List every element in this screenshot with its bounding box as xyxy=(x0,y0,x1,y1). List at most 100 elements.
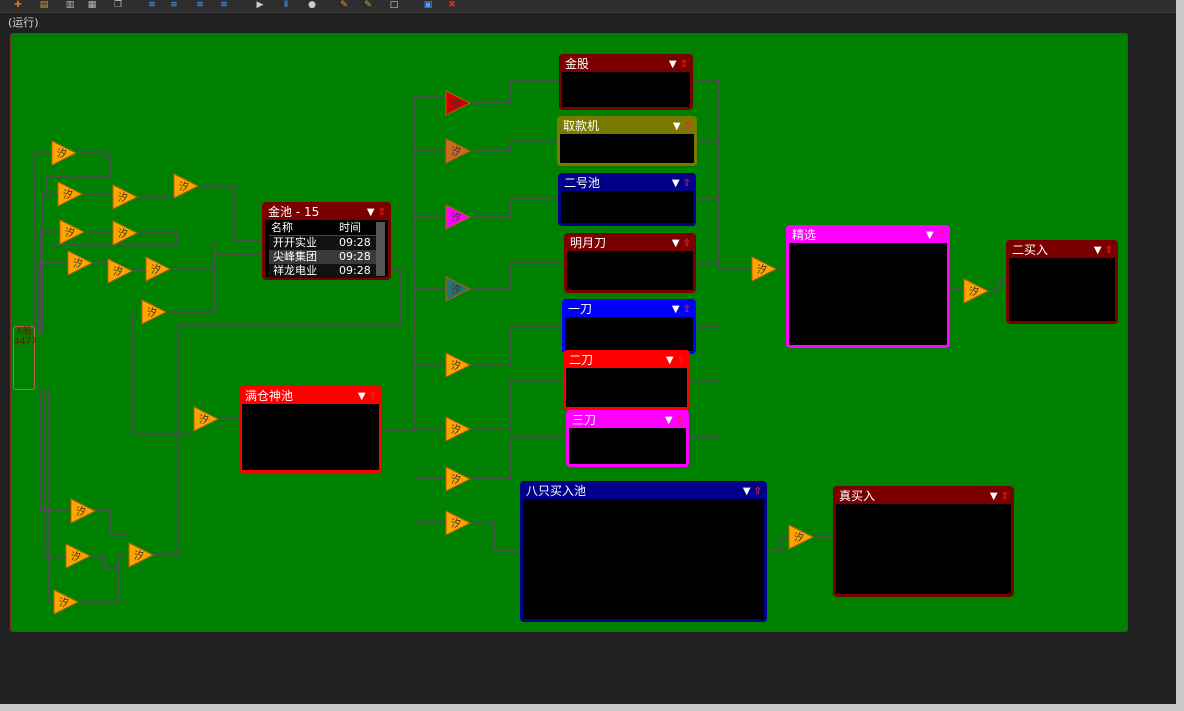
flow-canvas[interactable]: A股 4477 金股 ▼ ⇧ 取款机 ▼ ⇧ 二号池 ▼ ⇧ 明月刀 ▼ ⇧ 一刀 ▼ ⇧ 二刀 ▼ ⇧… xyxy=(10,33,1128,632)
list-scrollbar[interactable] xyxy=(376,222,385,276)
play-icon[interactable]: ▶ xyxy=(254,0,266,10)
panel-title-bar[interactable]: 取款机 ▼ ⇧ xyxy=(560,119,694,134)
operator-node[interactable]: 汐 xyxy=(445,466,471,492)
wire xyxy=(471,379,563,430)
operator-node[interactable]: 汐 xyxy=(445,510,471,536)
save-icon[interactable]: ▥ xyxy=(64,0,76,10)
svg-text:汐: 汐 xyxy=(118,191,128,204)
operator-node[interactable]: 汐 xyxy=(445,90,471,116)
panel-mingyuedao[interactable]: 明月刀 ▼ ⇧ xyxy=(564,233,696,293)
operator-node[interactable]: 汐 xyxy=(193,406,219,432)
operator-node[interactable]: 汐 xyxy=(128,542,154,568)
operator-node[interactable]: 汐 xyxy=(65,543,91,569)
panel-controls[interactable]: ▼ ⇧ xyxy=(926,228,945,243)
align-justify-icon[interactable]: ≡ xyxy=(218,0,230,10)
triangle-node-icon: 汐 xyxy=(128,542,154,568)
operator-node[interactable]: 汐 xyxy=(141,299,167,325)
panel-controls[interactable]: ▼ ⇧ xyxy=(367,205,386,220)
panel-title-bar[interactable]: 二刀 ▼ ⇧ xyxy=(566,353,687,368)
panel-yidao[interactable]: 一刀 ▼ ⇧ xyxy=(562,299,696,354)
panel-title: 三刀 xyxy=(572,413,597,427)
open-icon[interactable]: ▤ xyxy=(38,0,50,10)
panel-erdao[interactable]: 二刀 ▼ ⇧ xyxy=(563,350,690,410)
operator-node[interactable]: 汐 xyxy=(963,278,989,304)
operator-node[interactable]: 汐 xyxy=(445,352,471,378)
panel-zhenmairu[interactable]: 真买入 ▼ ⇧ xyxy=(833,486,1014,597)
panel-controls[interactable]: ▼ ⇧ xyxy=(672,176,691,191)
print-icon[interactable]: ▦ xyxy=(86,0,98,10)
window-edge xyxy=(1176,0,1184,711)
panel-controls[interactable]: ▼ ⇧ xyxy=(669,57,688,72)
operator-node[interactable]: 汐 xyxy=(751,256,777,282)
panel-controls[interactable]: ▼ ⇧ xyxy=(672,236,691,251)
operator-node[interactable]: 汐 xyxy=(70,498,96,524)
align-center-icon[interactable]: ≡ xyxy=(168,0,180,10)
panel-erhaochi[interactable]: 二号池 ▼ ⇧ xyxy=(558,173,696,226)
operator-node[interactable]: 汐 xyxy=(445,416,471,442)
list-item[interactable]: 祥龙电业 09:28 xyxy=(269,264,377,278)
pause-icon[interactable]: Ⅱ xyxy=(280,0,292,10)
wire xyxy=(132,312,193,435)
operator-node[interactable]: 汐 xyxy=(57,181,83,207)
triangle-node-icon: 汐 xyxy=(70,498,96,524)
dropdown-icon: ▼ xyxy=(989,491,998,502)
panel-mancang[interactable]: 满仓神池 ▼ ⇧ xyxy=(239,386,382,473)
source-a-share-block[interactable]: A股 4477 xyxy=(13,326,37,390)
panel-title-bar[interactable]: 三刀 ▼ ⇧ xyxy=(569,413,686,428)
panel-controls[interactable]: ▼ ⇧ xyxy=(672,302,691,317)
panel-title-bar[interactable]: 金池 - 15 ▼ ⇧ xyxy=(265,205,388,220)
panel-title-bar[interactable]: 一刀 ▼ ⇧ xyxy=(565,302,693,317)
arrow-up-icon: ⇧ xyxy=(936,230,945,241)
operator-node[interactable]: 汐 xyxy=(112,220,138,246)
operator-node[interactable]: 汐 xyxy=(445,138,471,164)
operator-node[interactable]: 汐 xyxy=(51,140,77,166)
panel-controls[interactable]: ▼ ⇧ xyxy=(1094,243,1113,258)
operator-node[interactable]: 汐 xyxy=(59,219,85,245)
panel-controls[interactable]: ▼ ⇧ xyxy=(665,413,684,428)
edit-icon[interactable]: ✎ xyxy=(338,0,350,10)
panel-title-bar[interactable]: 明月刀 ▼ ⇧ xyxy=(567,236,693,251)
close-icon[interactable]: ✖ xyxy=(446,0,458,10)
panel-title-bar[interactable]: 金股 ▼ ⇧ xyxy=(562,57,690,72)
align-right-icon[interactable]: ≡ xyxy=(194,0,206,10)
copy-icon[interactable]: ❐ xyxy=(112,0,124,10)
panel-title: 精选 xyxy=(792,228,817,242)
blank-icon[interactable]: □ xyxy=(388,0,400,10)
panel-title-bar[interactable]: 满仓神池 ▼ ⇧ xyxy=(242,389,379,404)
operator-node[interactable]: 汐 xyxy=(112,184,138,210)
panel-bazhi[interactable]: 八只买入池 ▼ ⇧ xyxy=(520,481,767,622)
panel-title-bar[interactable]: 八只买入池 ▼ ⇧ xyxy=(523,484,764,499)
operator-node[interactable]: 汐 xyxy=(145,256,171,282)
operator-node[interactable]: 汐 xyxy=(788,524,814,550)
panel-controls[interactable]: ▼ ⇧ xyxy=(666,353,685,368)
align-left-icon[interactable]: ≡ xyxy=(146,0,158,10)
panel-title-bar[interactable]: 二买入 ▼ ⇧ xyxy=(1009,243,1115,258)
list-item[interactable]: 尖峰集团 09:28 xyxy=(269,250,377,264)
edit2-icon[interactable]: ✎ xyxy=(362,0,374,10)
svg-text:汐: 汐 xyxy=(134,549,144,562)
panel-jinchi[interactable]: 金池 - 15 ▼ ⇧ 名称 时间 开开实业 09:28 尖峰集团 09:28 祥龙电业 0… xyxy=(262,202,391,280)
new-icon[interactable]: ✚ xyxy=(12,0,24,10)
panel-sandao[interactable]: 三刀 ▼ ⇧ xyxy=(566,410,689,467)
list-item[interactable]: 开开实业 09:28 xyxy=(269,236,377,250)
operator-node[interactable]: 汐 xyxy=(53,589,79,615)
panel-title-bar[interactable]: 二号池 ▼ ⇧ xyxy=(561,176,693,191)
panel-controls[interactable]: ▼ ⇧ xyxy=(990,489,1009,504)
stop-icon[interactable]: ● xyxy=(306,0,318,10)
panel-title-bar[interactable]: 真买入 ▼ ⇧ xyxy=(836,489,1011,504)
wire xyxy=(171,241,216,270)
operator-node[interactable]: 汐 xyxy=(445,276,471,302)
operator-node[interactable]: 汐 xyxy=(173,173,199,199)
panel-jingxuan[interactable]: 精选 ▼ ⇧ xyxy=(786,225,950,348)
panel-controls[interactable]: ▼ ⇧ xyxy=(743,484,762,499)
panel-controls[interactable]: ▼ ⇧ xyxy=(673,119,692,134)
panel-ermairu[interactable]: 二买入 ▼ ⇧ xyxy=(1006,240,1118,324)
panel-controls[interactable]: ▼ ⇧ xyxy=(358,389,377,404)
operator-node[interactable]: 汐 xyxy=(107,258,133,284)
panel-qukuanji[interactable]: 取款机 ▼ ⇧ xyxy=(557,116,697,166)
panel-title-bar[interactable]: 精选 ▼ ⇧ xyxy=(789,228,947,243)
window-icon[interactable]: ▣ xyxy=(422,0,434,10)
panel-jingu[interactable]: 金股 ▼ ⇧ xyxy=(559,54,693,110)
operator-node[interactable]: 汐 xyxy=(445,204,471,230)
operator-node[interactable]: 汐 xyxy=(67,250,93,276)
